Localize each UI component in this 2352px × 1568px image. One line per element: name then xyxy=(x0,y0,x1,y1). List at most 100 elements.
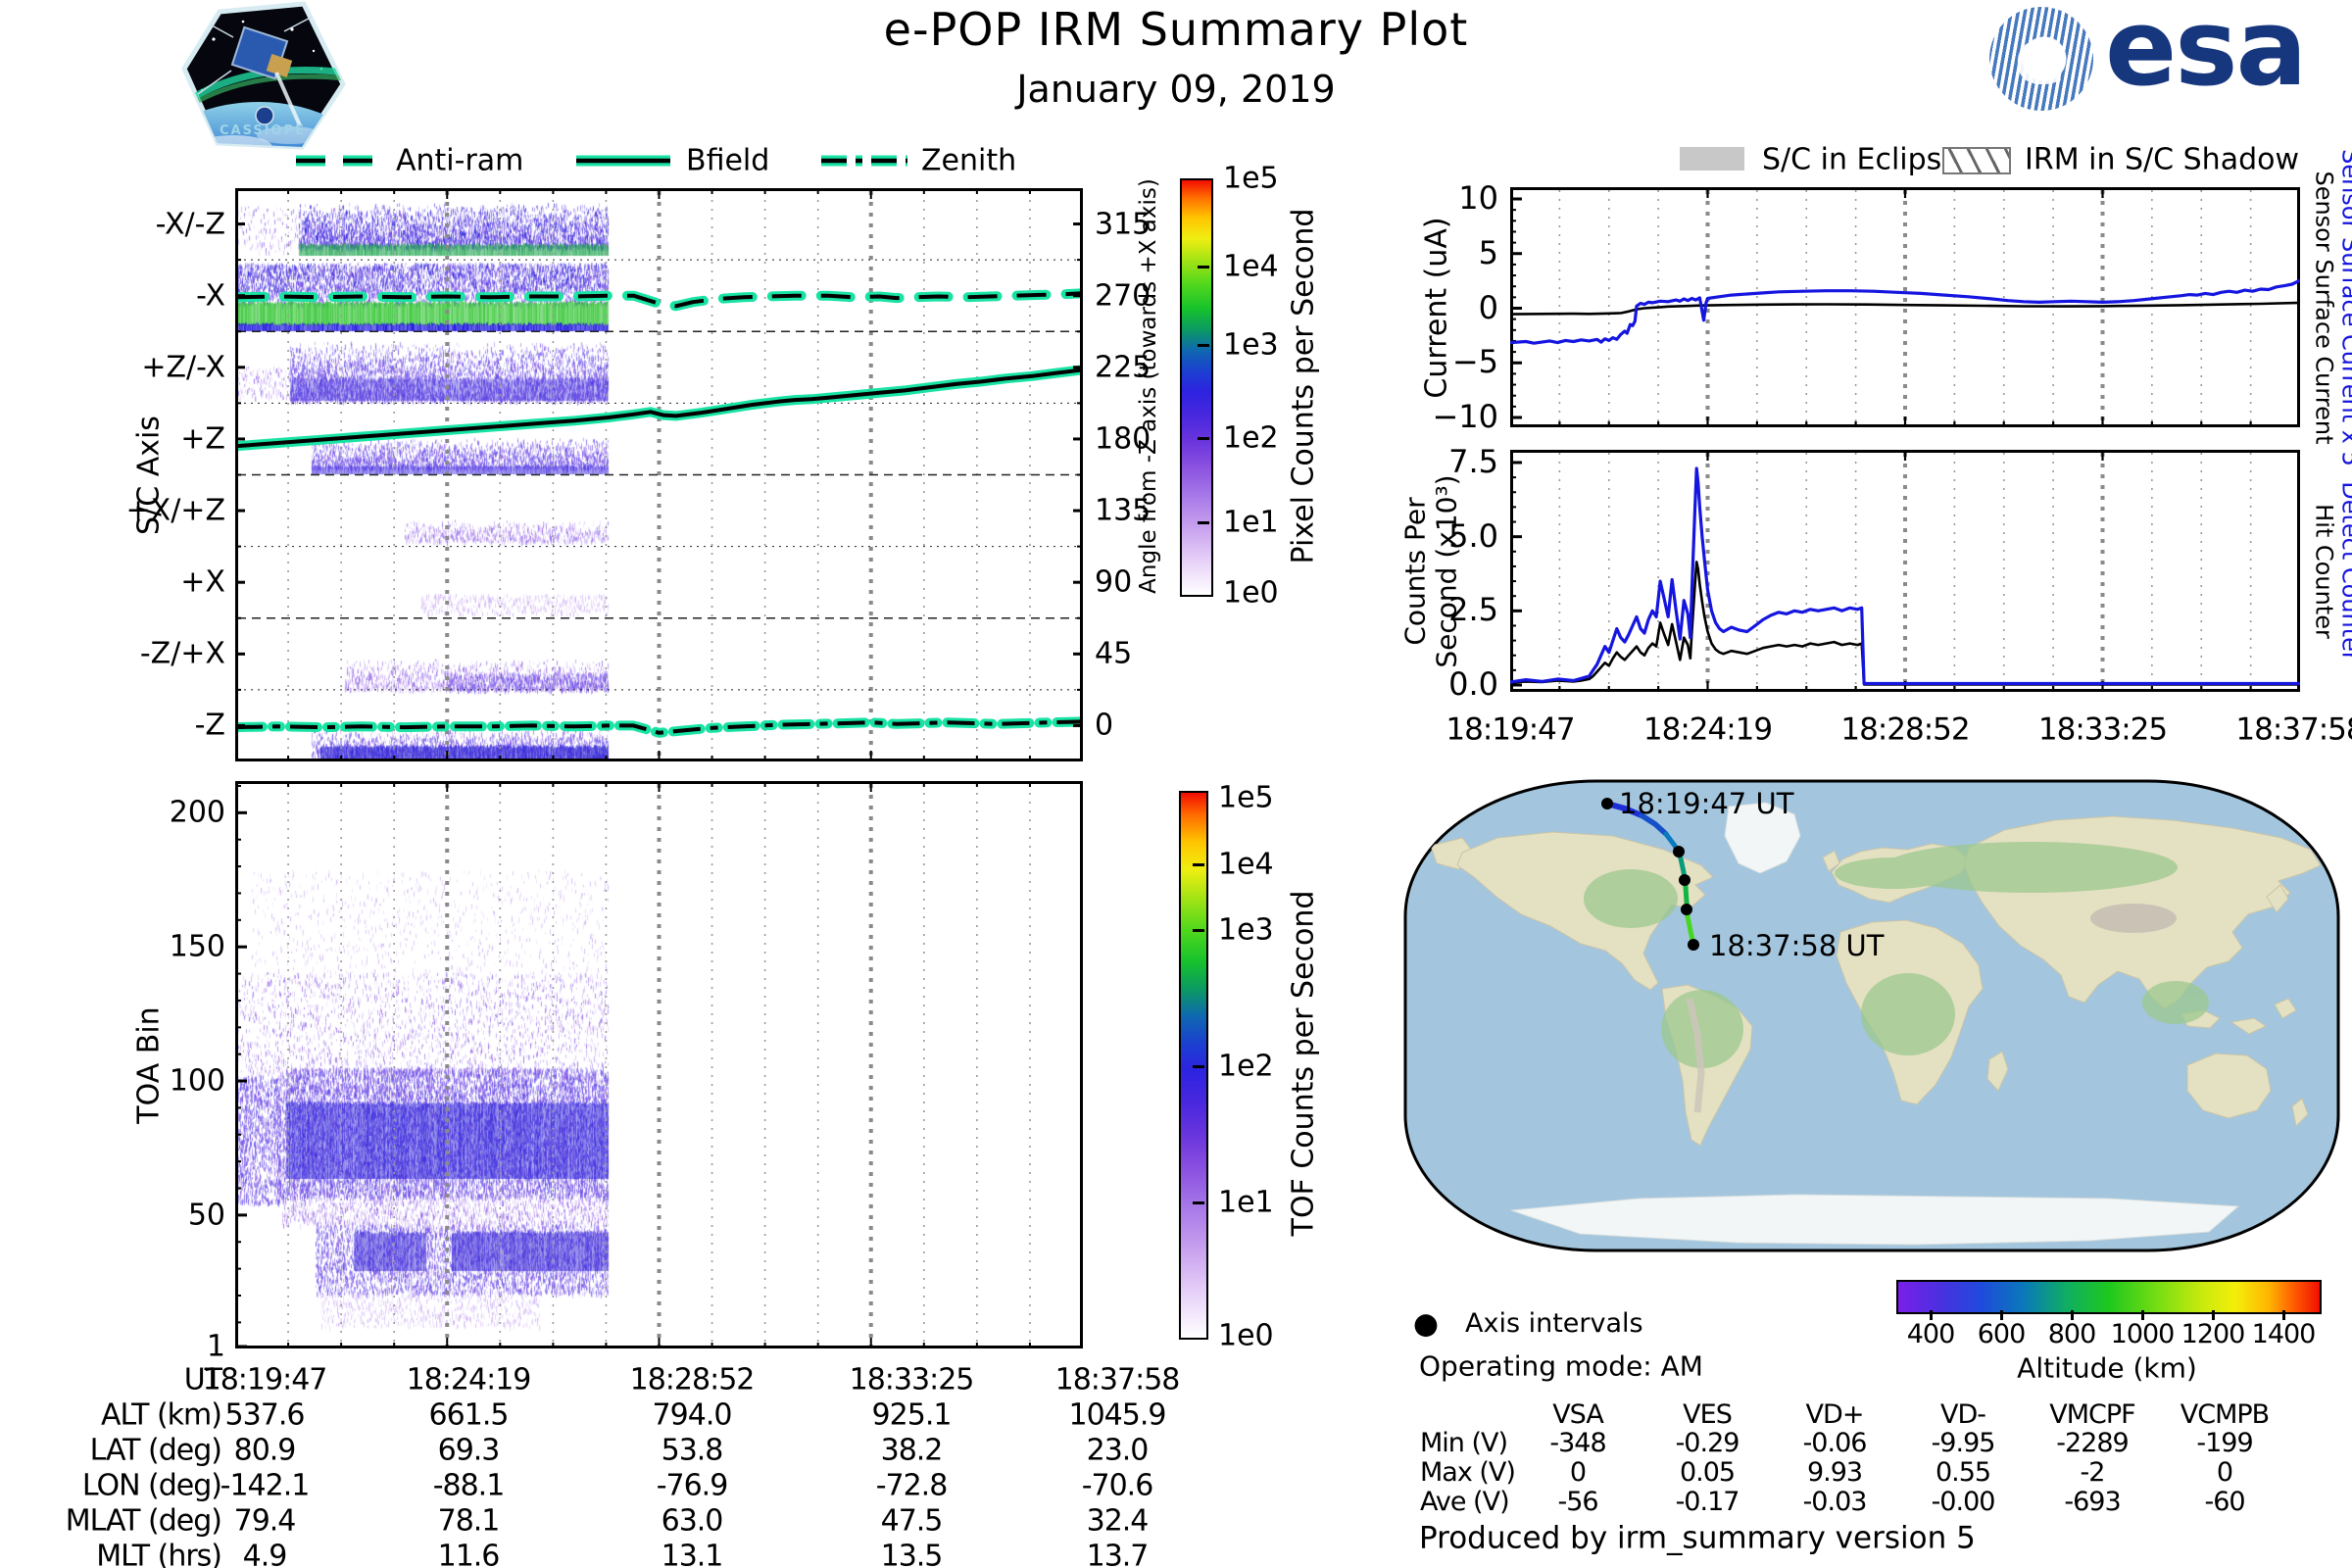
voltage-col-header-1: VES xyxy=(1683,1401,1732,1429)
ytick-angle-7: 0 xyxy=(1095,710,1113,742)
ephemeris-cell-5-1: 11.6 xyxy=(438,1541,500,1568)
ytick-sc-axis-1: -X xyxy=(196,280,225,312)
pixel-colorbar-tickmark-3 xyxy=(1198,437,1209,440)
legend-label-irm-shadow: IRM in S/C Shadow xyxy=(2025,144,2299,175)
tof-colorbar-tick-5: 1e0 xyxy=(1218,1320,1274,1351)
ytick-sc-axis-7: -Z xyxy=(195,710,225,742)
voltage-cell-2-5: -60 xyxy=(2204,1489,2244,1516)
legend-label-bfield: Bfield xyxy=(686,145,769,176)
ephemeris-cell-1-1: 661.5 xyxy=(429,1399,509,1431)
altitude-tick-5: 1400 xyxy=(2252,1321,2316,1348)
tof-colorbar-tick-4: 1e1 xyxy=(1218,1187,1274,1218)
ephemeris-cell-1-2: 794.0 xyxy=(653,1399,732,1431)
pixel-colorbar-tick-0: 1e5 xyxy=(1223,163,1279,194)
ylabel-sc-axis: S/C Axis xyxy=(133,416,165,535)
pixel-colorbar-tick-5: 1e0 xyxy=(1223,577,1279,609)
tof-colorbar-tick-3: 1e2 xyxy=(1218,1051,1274,1082)
voltage-row-label-1: Max (V) xyxy=(1420,1459,1515,1487)
ephemeris-row-label-1: ALT (km) xyxy=(101,1399,221,1431)
ephemeris-cell-2-3: 38.2 xyxy=(881,1435,943,1466)
ephemeris-cell-3-3: -72.8 xyxy=(876,1470,948,1501)
voltage-cell-0-0: -348 xyxy=(1549,1430,1605,1457)
ytick-toa-3: 50 xyxy=(188,1200,225,1231)
ytick-counts-3: 0.0 xyxy=(1448,668,1498,702)
voltage-col-header-5: VCMPB xyxy=(2180,1401,2269,1429)
pixel-spectrogram-panel xyxy=(235,188,1083,761)
ephemeris-cell-1-4: 1045.9 xyxy=(1069,1399,1166,1431)
ephemeris-cell-2-1: 69.3 xyxy=(438,1435,500,1466)
xtick-time-2: 18:28:52 xyxy=(1840,714,1969,747)
ephemeris-cell-2-2: 53.8 xyxy=(662,1435,723,1466)
ytick-current-1: 5 xyxy=(1479,237,1498,270)
pixel-colorbar-tickmark-1 xyxy=(1198,266,1209,269)
ephemeris-cell-3-0: -142.1 xyxy=(220,1470,310,1501)
axis-intervals-label: Axis intervals xyxy=(1465,1310,1643,1338)
ephemeris-cell-1-3: 925.1 xyxy=(872,1399,952,1431)
tof-colorbar-label: TOF Counts per Second xyxy=(1288,891,1319,1237)
altitude-tick-0: 400 xyxy=(1907,1321,1955,1348)
patch-label: CASSIOPE xyxy=(220,123,306,138)
ephemeris-row-label-4: MLAT (deg) xyxy=(66,1505,221,1537)
altitude-tickmark-0 xyxy=(1930,1310,1933,1320)
ground-track-map: 18:19:47 UT 18:37:58 UT xyxy=(1403,779,2340,1252)
voltage-cell-2-4: -693 xyxy=(2064,1489,2120,1516)
ylabel-counts-2: Second (x10³) xyxy=(1432,474,1460,667)
altitude-tick-1: 600 xyxy=(1978,1321,2026,1348)
pixel-colorbar-tick-1: 1e4 xyxy=(1223,251,1279,282)
altitude-colorbar xyxy=(1896,1280,2322,1314)
voltage-cell-1-3: 0.55 xyxy=(1936,1459,1990,1487)
ytick-sc-axis-0: -X/-Z xyxy=(156,209,225,240)
xtick-time-4: 18:37:58 xyxy=(2235,714,2352,747)
altitude-tickmark-4 xyxy=(2212,1310,2215,1320)
ephemeris-cell-5-4: 13.7 xyxy=(1087,1541,1149,1568)
esa-wordmark: esa xyxy=(2105,0,2305,104)
ytick-toa-2: 100 xyxy=(170,1065,225,1097)
cassiope-patch: CASSIOPE xyxy=(174,0,351,157)
altitude-tick-2: 800 xyxy=(2048,1321,2096,1348)
legend-label-zenith: Zenith xyxy=(921,145,1016,176)
ephemeris-cell-2-4: 23.0 xyxy=(1087,1435,1149,1466)
produced-by: Produced by irm_summary version 5 xyxy=(1419,1523,1976,1555)
ephemeris-cell-4-1: 78.1 xyxy=(438,1505,500,1537)
ephemeris-cell-4-4: 32.4 xyxy=(1087,1505,1149,1537)
tof-colorbar-tick-1: 1e4 xyxy=(1218,849,1274,880)
ytick-sc-axis-6: -Z/+X xyxy=(140,639,225,670)
voltage-cell-2-2: -0.03 xyxy=(1803,1489,1867,1516)
track-start-label: 18:19:47 UT xyxy=(1619,787,1794,820)
tof-colorbar-tick-0: 1e5 xyxy=(1218,782,1274,813)
xtick-time-1: 18:24:19 xyxy=(1643,714,1772,747)
ytick-angle-6: 45 xyxy=(1095,639,1132,670)
ytick-sc-axis-2: +Z/-X xyxy=(141,352,225,383)
operating-mode: Operating mode: AM xyxy=(1419,1351,1703,1380)
altitude-bar-label: Altitude (km) xyxy=(2017,1353,2197,1382)
ephemeris-cell-0-2: 18:28:52 xyxy=(630,1364,755,1396)
pixel-colorbar-tickmark-2 xyxy=(1198,344,1209,347)
altitude-tickmark-2 xyxy=(2071,1310,2074,1320)
tof-colorbar-tickmark-1 xyxy=(1193,863,1204,866)
angle-axis-label: Angle from -Z axis (towards +X axis) xyxy=(1137,178,1160,594)
altitude-tickmark-1 xyxy=(2000,1310,2003,1320)
voltage-cell-2-0: -56 xyxy=(1557,1489,1597,1516)
ytick-current-4: −10 xyxy=(1432,401,1498,434)
ephemeris-cell-3-2: -76.9 xyxy=(657,1470,728,1501)
ylabel-current: Current (uA) xyxy=(1421,217,1452,398)
voltage-cell-0-1: -0.29 xyxy=(1676,1430,1740,1457)
ephemeris-row-label-5: MLT (hrs) xyxy=(96,1541,221,1568)
ylabel-counts-1: Counts Per xyxy=(1400,497,1429,645)
ytick-toa-1: 150 xyxy=(170,931,225,962)
ytick-current-0: 10 xyxy=(1458,182,1498,216)
ephemeris-cell-4-0: 79.4 xyxy=(234,1505,296,1537)
pixel-colorbar-label: Pixel Counts per Second xyxy=(1288,208,1319,564)
epop-irm-summary-figure: { "header": { "title": "e-POP IRM Summar… xyxy=(0,0,2352,1568)
antiram-legend-sample xyxy=(294,149,382,172)
xtick-time-3: 18:33:25 xyxy=(2038,714,2167,747)
ephemeris-cell-4-2: 63.0 xyxy=(662,1505,723,1537)
bfield-legend-sample xyxy=(574,149,672,172)
legend-label-eclipse: S/C in Eclipse xyxy=(1762,144,1960,175)
pixel-colorbar-tick-2: 1e3 xyxy=(1223,329,1279,361)
ephemeris-cell-3-4: -70.6 xyxy=(1082,1470,1153,1501)
voltage-cell-1-1: 0.05 xyxy=(1680,1459,1735,1487)
ephemeris-row-label-3: LON (deg) xyxy=(82,1470,221,1501)
tof-colorbar-tickmark-2 xyxy=(1193,929,1204,932)
voltage-cell-1-0: 0 xyxy=(1570,1459,1586,1487)
